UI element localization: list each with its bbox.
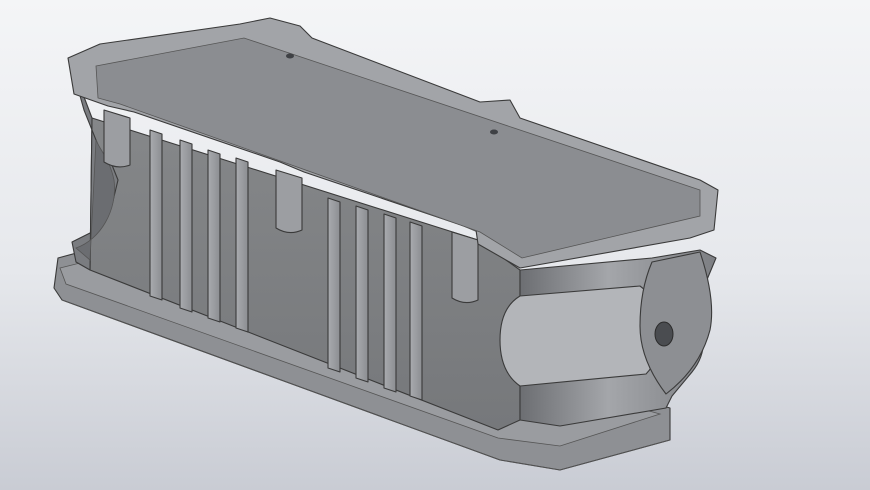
housing-model[interactable]: [0, 0, 870, 490]
rim-hole-1: [286, 53, 294, 59]
right-end-recess: [499, 285, 661, 387]
rim-hole-2: [490, 129, 498, 135]
lug-hole: [654, 321, 674, 347]
cad-3d-viewport[interactable]: [0, 0, 870, 490]
